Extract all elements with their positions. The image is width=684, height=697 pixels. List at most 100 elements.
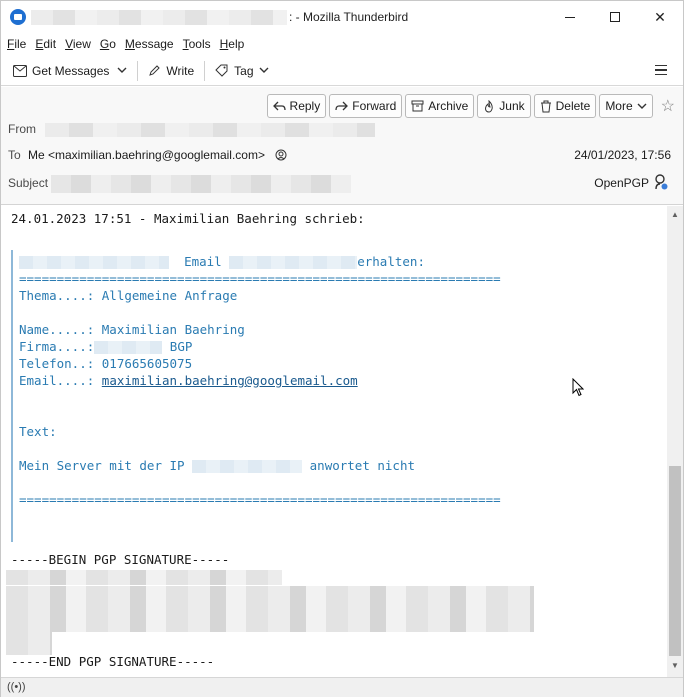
- toolbar-separator: [137, 60, 139, 81]
- title-redacted: [31, 10, 287, 25]
- server-post: anwortet nicht: [309, 458, 415, 473]
- minimize-icon: [565, 16, 575, 18]
- menu-go-key: G: [99, 37, 110, 51]
- chevron-down-icon: [259, 67, 269, 73]
- message-date: 24/01/2023, 17:56: [574, 148, 671, 162]
- junk-flame-icon: [485, 99, 493, 113]
- pgp-signature-redacted: [6, 632, 52, 655]
- menu-go[interactable]: Go: [100, 37, 116, 51]
- delete-button[interactable]: Delete: [533, 94, 597, 118]
- close-icon: ✕: [654, 8, 666, 25]
- trash-icon: [540, 100, 551, 112]
- firma-value: BGP: [169, 339, 193, 354]
- pgp-end: -----END PGP SIGNATURE-----: [11, 654, 215, 669]
- junk-label: Junk: [499, 99, 525, 113]
- server-pre: Mein Server mit der IP: [19, 458, 185, 473]
- email-label: Email....:: [19, 373, 95, 388]
- archive-label: Archive: [428, 99, 469, 113]
- tag-button[interactable]: Tag: [211, 61, 272, 81]
- write-label: Write: [166, 63, 195, 78]
- menu-help[interactable]: Help: [220, 37, 245, 51]
- email-word: Email: [184, 254, 222, 269]
- title-bar: : - Mozilla Thunderbird ✕: [1, 1, 683, 33]
- message-scrollbar[interactable]: ▲ ▼: [667, 206, 683, 677]
- telefon-line: Telefon..: 017665605075: [19, 356, 193, 371]
- thema-line: Thema....: Allgemeine Anfrage: [19, 288, 238, 303]
- menu-view-key: V: [65, 37, 73, 51]
- scroll-down-icon[interactable]: ▼: [671, 661, 679, 670]
- thunderbird-window: : - Mozilla Thunderbird ✕ File Edit View…: [0, 0, 684, 697]
- firma-label: Firma....:: [19, 339, 95, 354]
- pgp-begin: -----BEGIN PGP SIGNATURE-----: [11, 552, 230, 567]
- forward-button[interactable]: Forward: [329, 94, 403, 118]
- received-word: erhalten:: [357, 254, 425, 269]
- message-actions: Reply Forward Archive Junk Delete More ☆: [266, 94, 675, 118]
- menu-bar: File Edit View Go Message Tools Help: [1, 33, 683, 55]
- reply-label: Reply: [289, 99, 321, 113]
- menu-help-rest: elp: [228, 37, 245, 51]
- menu-tools[interactable]: Tools: [183, 37, 211, 51]
- menu-edit[interactable]: Edit: [35, 37, 56, 51]
- get-messages-label: Get Messages: [32, 63, 110, 78]
- inbox-download-icon: [13, 64, 27, 77]
- chevron-down-icon: [117, 67, 127, 73]
- archive-box-icon: [411, 100, 424, 112]
- menu-file-rest: ile: [14, 37, 27, 51]
- menu-edit-rest: dit: [43, 37, 57, 51]
- separator-line-2: ========================================…: [19, 492, 501, 507]
- menu-tools-rest: ools: [188, 37, 211, 51]
- tag-icon: [215, 64, 228, 77]
- window-title: : - Mozilla Thunderbird: [289, 10, 409, 24]
- contact-status-icon[interactable]: [275, 149, 287, 161]
- message-body: 24.01.2023 17:51 - Maximilian Baehring s…: [1, 206, 667, 677]
- redacted-text: [94, 341, 163, 354]
- junk-button[interactable]: Junk: [477, 94, 531, 118]
- quote-bar: [11, 250, 13, 542]
- redacted-text: [192, 460, 303, 473]
- minimize-button[interactable]: [547, 1, 593, 33]
- archive-button[interactable]: Archive: [405, 94, 475, 118]
- online-status-icon[interactable]: ((•)): [7, 681, 26, 693]
- close-button[interactable]: ✕: [637, 1, 683, 33]
- toolbar-separator: [204, 60, 206, 81]
- openpgp-signature-icon[interactable]: [654, 174, 668, 190]
- name-line: Name.....: Maximilian Baehring: [19, 322, 245, 337]
- menu-view[interactable]: View: [65, 37, 91, 51]
- app-menu-icon[interactable]: [655, 65, 667, 75]
- delete-label: Delete: [555, 99, 591, 113]
- forward-arrow-icon: [335, 101, 349, 110]
- email-line: Email....: maximilian.baehring@googlemai…: [19, 373, 358, 388]
- chevron-down-icon: [637, 103, 647, 109]
- email-link[interactable]: maximilian.baehring@googlemail.com: [102, 373, 358, 388]
- server-line: Mein Server mit der IP anwortet nicht: [19, 458, 415, 473]
- get-messages-button[interactable]: Get Messages: [9, 61, 113, 81]
- thunderbird-logo-icon: [10, 9, 26, 25]
- maximize-button[interactable]: [592, 1, 638, 33]
- menu-message-key: M: [124, 37, 135, 51]
- maximize-icon: [610, 12, 620, 22]
- menu-file[interactable]: File: [7, 37, 26, 51]
- menu-view-rest: iew: [72, 37, 91, 51]
- separator-line: ========================================…: [19, 271, 501, 286]
- get-messages-dropdown[interactable]: [113, 64, 131, 77]
- write-button[interactable]: Write: [144, 61, 198, 81]
- text-label: Text:: [19, 424, 57, 439]
- more-button[interactable]: More: [599, 94, 653, 118]
- to-label: To: [8, 148, 21, 162]
- to-recipient[interactable]: Me <maximilian.baehring@googlemail.com>: [28, 148, 265, 162]
- reply-arrow-icon: [272, 101, 286, 110]
- openpgp-label: OpenPGP: [594, 176, 649, 190]
- redacted-text: [19, 256, 169, 269]
- reply-button[interactable]: Reply: [266, 94, 327, 118]
- more-label: More: [605, 99, 633, 113]
- redacted-text: [229, 256, 358, 269]
- mouse-cursor-icon: [572, 378, 584, 397]
- quote-intro: 24.01.2023 17:51 - Maximilian Baehring s…: [11, 211, 365, 226]
- firma-line: Firma....: BGP: [19, 339, 192, 354]
- pgp-signature-redacted: [6, 586, 534, 609]
- star-icon[interactable]: ☆: [661, 96, 675, 116]
- scroll-up-icon[interactable]: ▲: [671, 210, 679, 219]
- subject-label: Subject: [8, 176, 49, 190]
- menu-message[interactable]: Message: [125, 37, 174, 51]
- scroll-thumb[interactable]: [669, 466, 681, 656]
